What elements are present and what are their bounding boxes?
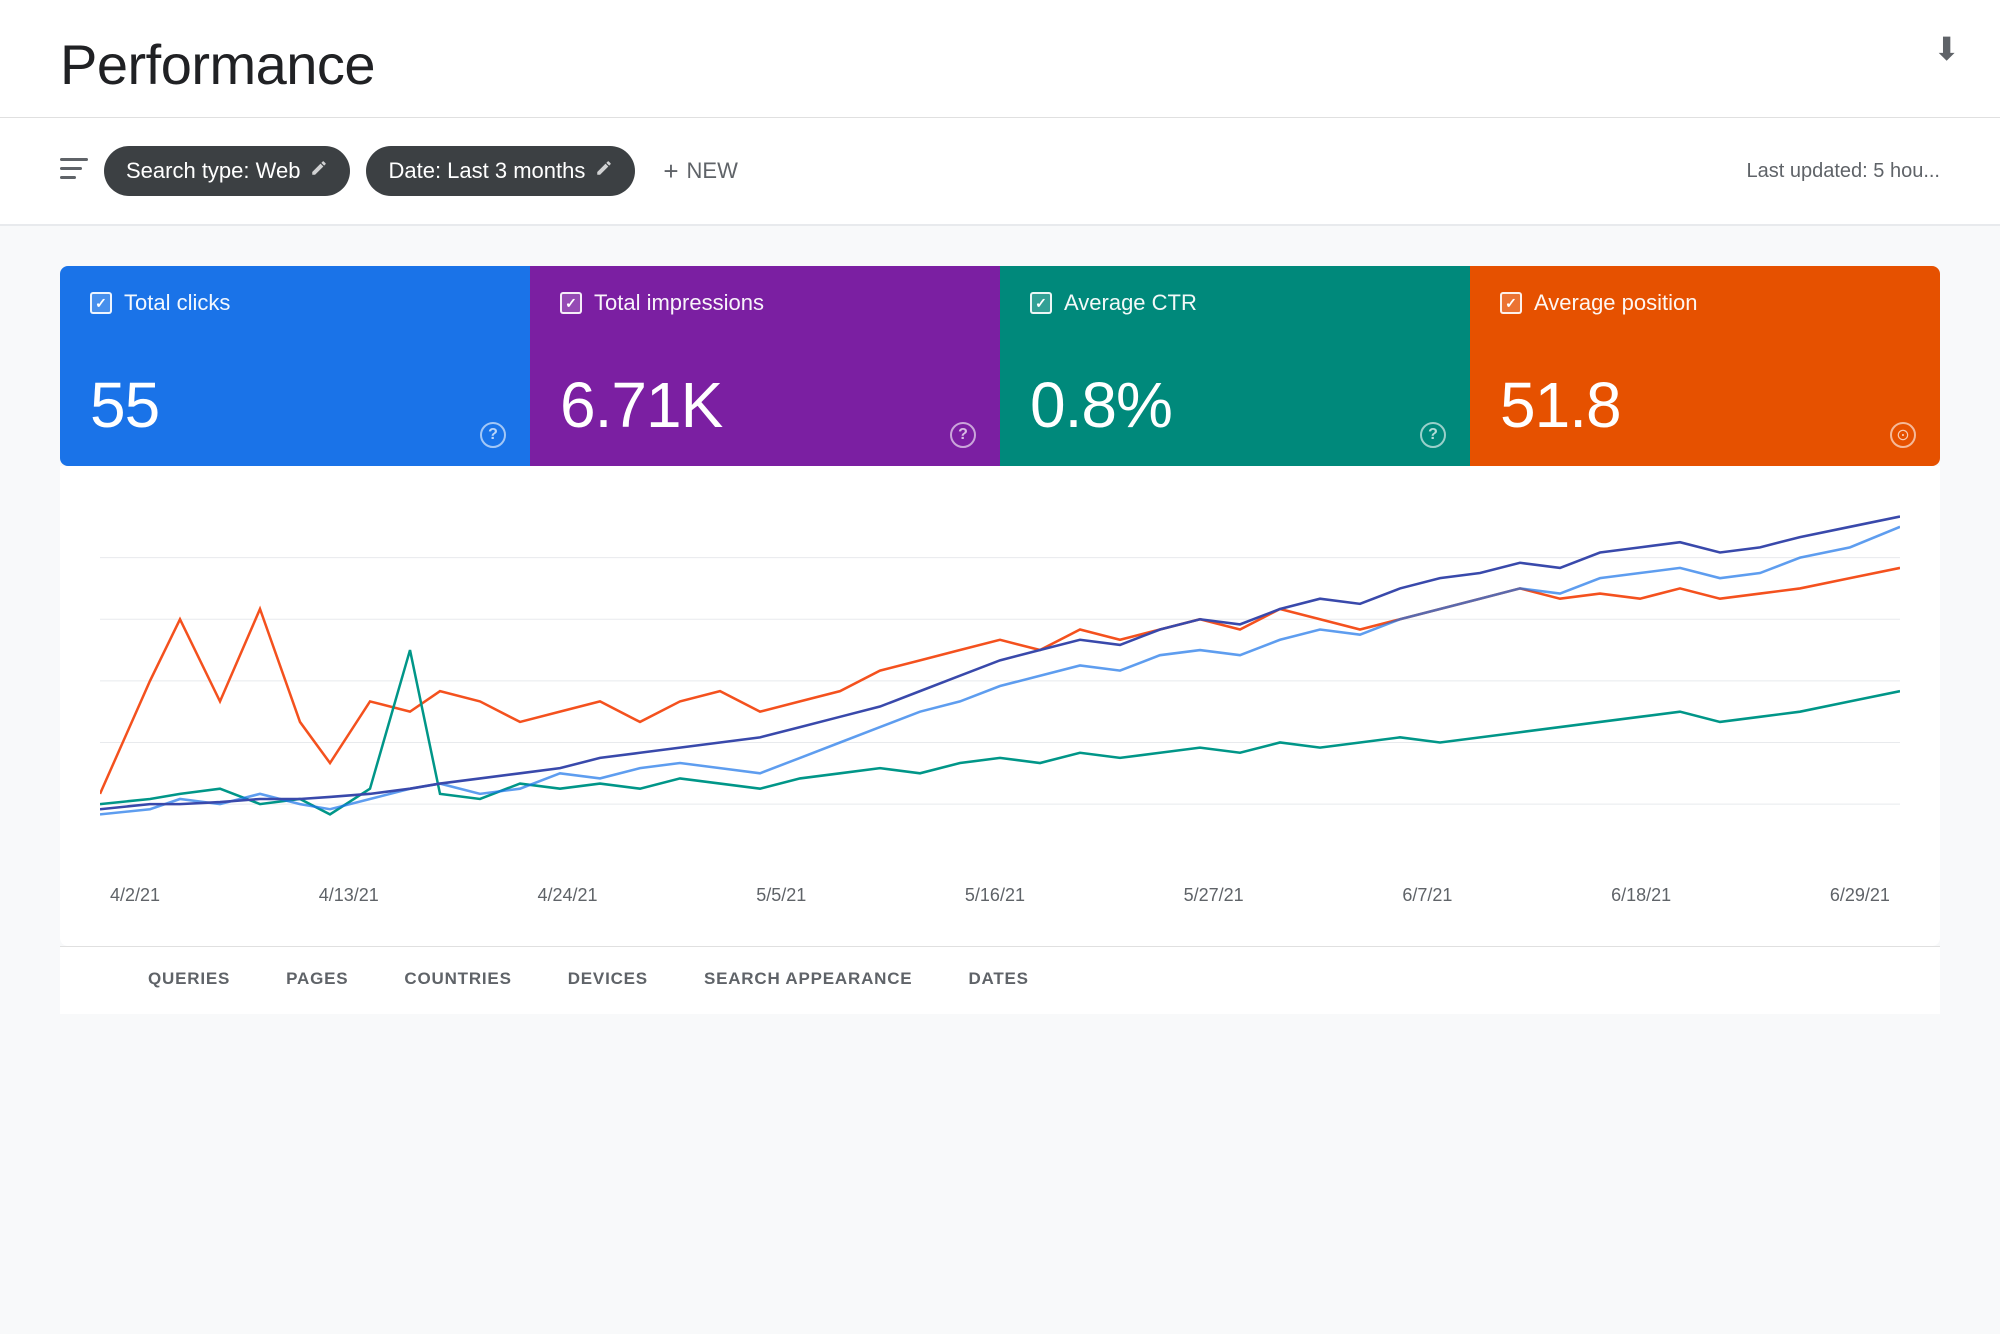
search-type-chip[interactable]: Search type: Web <box>104 146 350 196</box>
impressions-checkbox[interactable] <box>560 292 582 314</box>
x-label-9: 6/29/21 <box>1830 885 1890 906</box>
x-label-1: 4/2/21 <box>110 885 160 906</box>
x-axis-labels: 4/2/21 4/13/21 4/24/21 5/5/21 5/16/21 5/… <box>100 885 1900 906</box>
date-range-edit-icon <box>595 159 613 183</box>
impressions-header: Total impressions <box>560 290 970 316</box>
x-label-8: 6/18/21 <box>1611 885 1671 906</box>
date-range-chip[interactable]: Date: Last 3 months <box>366 146 635 196</box>
metrics-row: Total clicks 55 ? Total impressions 6.71… <box>60 266 1940 466</box>
header-actions: ⬇ <box>1933 30 1960 68</box>
performance-chart <box>100 496 1900 876</box>
metric-card-position[interactable]: Average position 51.8 ⊙ <box>1470 266 1940 466</box>
clicks-help-icon[interactable]: ? <box>480 422 506 448</box>
position-help-icon[interactable]: ⊙ <box>1890 422 1916 448</box>
x-label-4: 5/5/21 <box>756 885 806 906</box>
tab-devices[interactable]: DEVICES <box>540 947 676 1014</box>
download-icon[interactable]: ⬇ <box>1933 31 1960 67</box>
position-footer: ⊙ <box>1890 422 1916 448</box>
clicks-footer: ? <box>480 422 506 448</box>
tab-pages[interactable]: PAGES <box>258 947 376 1014</box>
plus-icon: + <box>663 156 678 187</box>
impressions-label: Total impressions <box>594 290 764 316</box>
search-type-label: Search type: Web <box>126 158 300 184</box>
last-updated: Last updated: 5 hou... <box>1747 160 1941 183</box>
x-label-6: 5/27/21 <box>1184 885 1244 906</box>
position-header: Average position <box>1500 290 1910 316</box>
tab-dates[interactable]: DATES <box>940 947 1056 1014</box>
position-value: 51.8 <box>1500 368 1910 442</box>
date-range-label: Date: Last 3 months <box>388 158 585 184</box>
metric-card-ctr[interactable]: Average CTR 0.8% ? <box>1000 266 1470 466</box>
tab-queries[interactable]: QUERIES <box>120 947 258 1014</box>
tab-countries[interactable]: COUNTRIES <box>376 947 539 1014</box>
ctr-header: Average CTR <box>1030 290 1440 316</box>
filter-icon[interactable] <box>60 155 88 187</box>
position-label: Average position <box>1534 290 1698 316</box>
tabs-row: QUERIES PAGES COUNTRIES DEVICES SEARCH A… <box>60 946 1940 1014</box>
chart-container: 4/2/21 4/13/21 4/24/21 5/5/21 5/16/21 5/… <box>60 466 1940 946</box>
metric-card-clicks[interactable]: Total clicks 55 ? <box>60 266 530 466</box>
page-title: Performance <box>60 32 1940 97</box>
ctr-footer: ? <box>1420 422 1446 448</box>
x-label-3: 4/24/21 <box>537 885 597 906</box>
search-type-edit-icon <box>310 159 328 183</box>
tab-search-appearance[interactable]: SEARCH APPEARANCE <box>676 947 941 1014</box>
x-label-2: 4/13/21 <box>319 885 379 906</box>
x-label-7: 6/7/21 <box>1402 885 1452 906</box>
ctr-value: 0.8% <box>1030 368 1440 442</box>
new-filter-button[interactable]: + NEW <box>651 148 750 195</box>
header: Performance ⬇ <box>0 0 2000 118</box>
clicks-label: Total clicks <box>124 290 230 316</box>
x-label-5: 5/16/21 <box>965 885 1025 906</box>
clicks-header: Total clicks <box>90 290 500 316</box>
ctr-checkbox[interactable] <box>1030 292 1052 314</box>
metric-card-impressions[interactable]: Total impressions 6.71K ? <box>530 266 1000 466</box>
main-content: Total clicks 55 ? Total impressions 6.71… <box>0 226 2000 1334</box>
impressions-help-icon[interactable]: ? <box>950 422 976 448</box>
ctr-help-icon[interactable]: ? <box>1420 422 1446 448</box>
impressions-footer: ? <box>950 422 976 448</box>
clicks-value: 55 <box>90 368 500 442</box>
clicks-checkbox[interactable] <box>90 292 112 314</box>
ctr-label: Average CTR <box>1064 290 1197 316</box>
position-checkbox[interactable] <box>1500 292 1522 314</box>
page-container: Performance ⬇ Search type: Web Date: Las… <box>0 0 2000 1334</box>
new-filter-label: NEW <box>687 158 738 184</box>
impressions-value: 6.71K <box>560 368 970 442</box>
filter-bar: Search type: Web Date: Last 3 months + N… <box>0 118 2000 226</box>
